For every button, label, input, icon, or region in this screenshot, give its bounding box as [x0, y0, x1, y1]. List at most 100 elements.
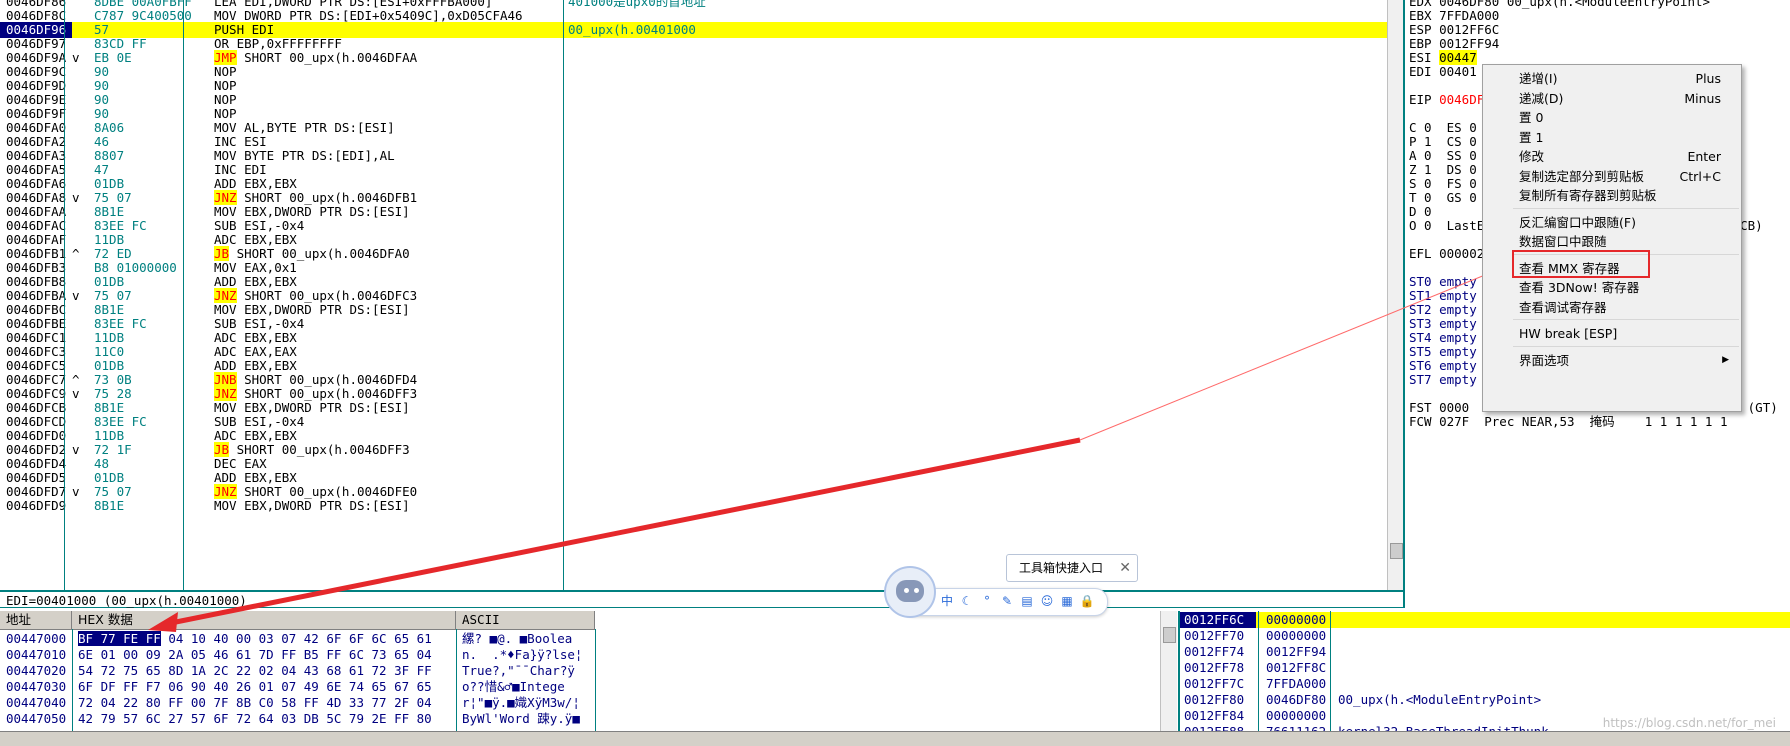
stack-row[interactable]: 0012FF78 0012FF8C: [1180, 660, 1790, 676]
stack-address: 0012FF70: [1184, 628, 1245, 643]
stack-pane[interactable]: 0012FF6C 00000000 0012FF70 00000000 0012FF74…: [1178, 611, 1790, 731]
disasm-address: 0046DFD9: [6, 498, 67, 513]
menu-item[interactable]: 置 1: [1485, 127, 1739, 148]
close-icon[interactable]: ✕: [1119, 555, 1131, 581]
dump-header: 地址 HEX 数据 ASCII: [0, 611, 595, 630]
menu-item-label: HW break [ESP]: [1519, 326, 1618, 341]
disasm-instruction: MOV EBX,DWORD PTR DS:[ESI]: [214, 498, 410, 513]
menu-item[interactable]: 复制选定部分到剪贴板 Ctrl+C: [1485, 166, 1739, 187]
stack-row[interactable]: 0012FF6C 00000000: [1180, 612, 1790, 628]
annotation-highlight-box: [1512, 250, 1650, 278]
disasm-row[interactable]: 0046DFD9 8B1E MOV EBX,DWORD PTR DS:[ESI]: [0, 498, 1387, 514]
menu-item[interactable]: 数据窗口中跟随: [1485, 231, 1739, 252]
stack-row[interactable]: 0012FF70 00000000: [1180, 628, 1790, 644]
menu-item[interactable]: 递减(D) Minus: [1485, 88, 1739, 109]
stack-value: 00000000: [1266, 708, 1327, 723]
menu-item-label: 数据窗口中跟随: [1519, 234, 1607, 249]
stack-address: 0012FF78: [1184, 660, 1245, 675]
menu-item[interactable]: 修改 Enter: [1485, 146, 1739, 167]
stack-row[interactable]: 0012FF74 0012FF94: [1180, 644, 1790, 660]
jump-mnemonic: JNB: [214, 372, 237, 387]
dump-scrollbar[interactable]: [1160, 611, 1177, 731]
dump-address: 00447000: [6, 631, 67, 646]
register-row[interactable]: EIP 0046DF: [1409, 92, 1484, 108]
menu-item[interactable]: 置 0: [1485, 107, 1739, 128]
menu-item-label: 界面选项: [1519, 352, 1570, 368]
register-row[interactable]: EFL 000002: [1409, 246, 1484, 262]
dump-hex: 6F DF FF F7 06 90 40 26 01 07 49 6E 74 6…: [78, 679, 432, 694]
scroll-thumb[interactable]: [1163, 627, 1176, 643]
stack-address: 0012FF80: [1184, 692, 1245, 707]
degree-icon[interactable]: °: [979, 593, 995, 609]
dump-header-ascii[interactable]: ASCII: [456, 611, 595, 629]
dump-ascii: True?,"¯¯Char?ÿ: [462, 663, 575, 678]
stack-address: 0012FF7C: [1184, 676, 1245, 691]
stack-comment: 00_upx(h.<ModuleEntryPoint>: [1338, 692, 1542, 707]
dump-header-address[interactable]: 地址: [0, 611, 72, 629]
menu-item[interactable]: 界面选项 ▶: [1485, 350, 1739, 371]
menu-item-label: 复制所有寄存器到剪贴板: [1519, 188, 1657, 203]
lock-icon[interactable]: 🔒: [1079, 593, 1095, 609]
dump-col-divider: [595, 629, 596, 731]
grid-icon[interactable]: ▦: [1059, 593, 1075, 609]
dump-hex: 6E 01 00 09 2A 05 46 61 7D FF B5 FF 6C 7…: [78, 647, 432, 662]
menu-item-shortcut: Enter: [1687, 149, 1721, 164]
menu-item-label: 置 0: [1519, 110, 1544, 125]
jump-mnemonic: JNZ: [214, 190, 237, 205]
menu-item-label: 反汇编窗口中跟随(F): [1519, 214, 1636, 230]
dump-ascii: ByWl'Word 踈y.ÿ■: [462, 711, 580, 726]
menu-item[interactable]: 复制所有寄存器到剪贴板: [1485, 185, 1739, 206]
menu-separator: [1513, 345, 1739, 347]
menu-item-label: 置 1: [1519, 129, 1544, 145]
wrench-icon[interactable]: ✎: [999, 593, 1015, 609]
jump-mnemonic: JMP: [214, 50, 237, 65]
dump-pane[interactable]: 地址 HEX 数据 ASCII 00447000 BF 77 FE FF 04 1…: [0, 611, 1178, 731]
menu-item-shortcut: Plus: [1695, 71, 1721, 86]
stack-col-divider: [1330, 611, 1331, 731]
moon-icon[interactable]: ☾: [959, 593, 975, 609]
dump-address: 00447010: [6, 647, 67, 662]
stack-comment: kernel32.BaseThreadInitThunk: [1338, 724, 1549, 731]
register-row[interactable]: FCW 027F Prec NEAR,53 掩码 1 1 1 1 1 1: [1409, 414, 1728, 430]
dump-ascii: 縲? ■@. ■Boolea: [462, 631, 573, 646]
disasm-hex: 8B1E: [94, 498, 125, 513]
context-menu[interactable]: 递增(I) Plus 递减(D) Minus 置 0 置 1 修改 Enter 复制选定部分到剪…: [1482, 64, 1742, 412]
register-value-changed: 0046DF: [1439, 92, 1485, 107]
stack-address: 0012FF84: [1184, 708, 1245, 723]
menu-item[interactable]: 查看调试寄存器: [1485, 297, 1739, 318]
disasm-scrollbar[interactable]: [1387, 0, 1404, 590]
stack-address: 0012FF88: [1184, 724, 1244, 731]
jump-mnemonic: JB: [214, 246, 230, 261]
dump-header-hex[interactable]: HEX 数据: [72, 611, 456, 629]
dump-hex: 72 04 22 80 FF 00 7F 8B C0 58 FF 4D 33 7…: [78, 695, 432, 710]
menu-item[interactable]: 递增(I) Plus: [1485, 68, 1739, 89]
stack-value: 00000000: [1266, 612, 1327, 627]
menu-item-label: 递减(D): [1519, 90, 1564, 106]
menu-item[interactable]: 查看 3DNow! 寄存器: [1485, 277, 1739, 298]
dump-hex: 54 72 75 65 8D 1A 2C 22 02 04 43 68 61 7…: [78, 663, 432, 678]
dump-address: 00447050: [6, 711, 67, 726]
robot-avatar-icon[interactable]: [884, 566, 936, 618]
stack-value: 0012FF8C: [1266, 660, 1327, 675]
register-row[interactable]: EDI 00401: [1409, 64, 1477, 80]
clipboard-icon[interactable]: ▤: [1019, 593, 1035, 609]
menu-item-label: 查看调试寄存器: [1519, 299, 1607, 315]
menu-separator: [1513, 319, 1739, 320]
smile-icon[interactable]: ☺: [1039, 593, 1055, 609]
disasm-col-divider: [64, 0, 65, 590]
disasm-col-divider: [183, 0, 184, 590]
dump-address: 00447030: [6, 679, 67, 694]
horizontal-scrollbar[interactable]: [0, 731, 1790, 746]
dump-address: 00447020: [6, 663, 67, 678]
stack-row[interactable]: 0012FF7C 7FFDA000: [1180, 676, 1790, 692]
menu-item[interactable]: HW break [ESP]: [1485, 323, 1739, 344]
stack-value: 00000000: [1266, 628, 1327, 643]
toolbox-tooltip: 工具箱快捷入口 ✕: [1006, 554, 1138, 582]
disassembly-pane[interactable]: 0046DF86 8DBE 00A0FBFF LEA EDI,DWORD PTR D…: [0, 0, 1387, 590]
submenu-arrow-icon: ▶: [1722, 354, 1729, 365]
stack-row[interactable]: 0012FF80 0046DF80 00_upx(h.<ModuleEntryPoi…: [1180, 692, 1790, 708]
dump-ascii: n. .*♦Fa}ÿ?lse¦: [462, 647, 583, 662]
scroll-thumb[interactable]: [1390, 543, 1403, 559]
menu-item[interactable]: 反汇编窗口中跟随(F): [1485, 212, 1739, 233]
chinese-input-icon[interactable]: 中: [939, 593, 955, 609]
